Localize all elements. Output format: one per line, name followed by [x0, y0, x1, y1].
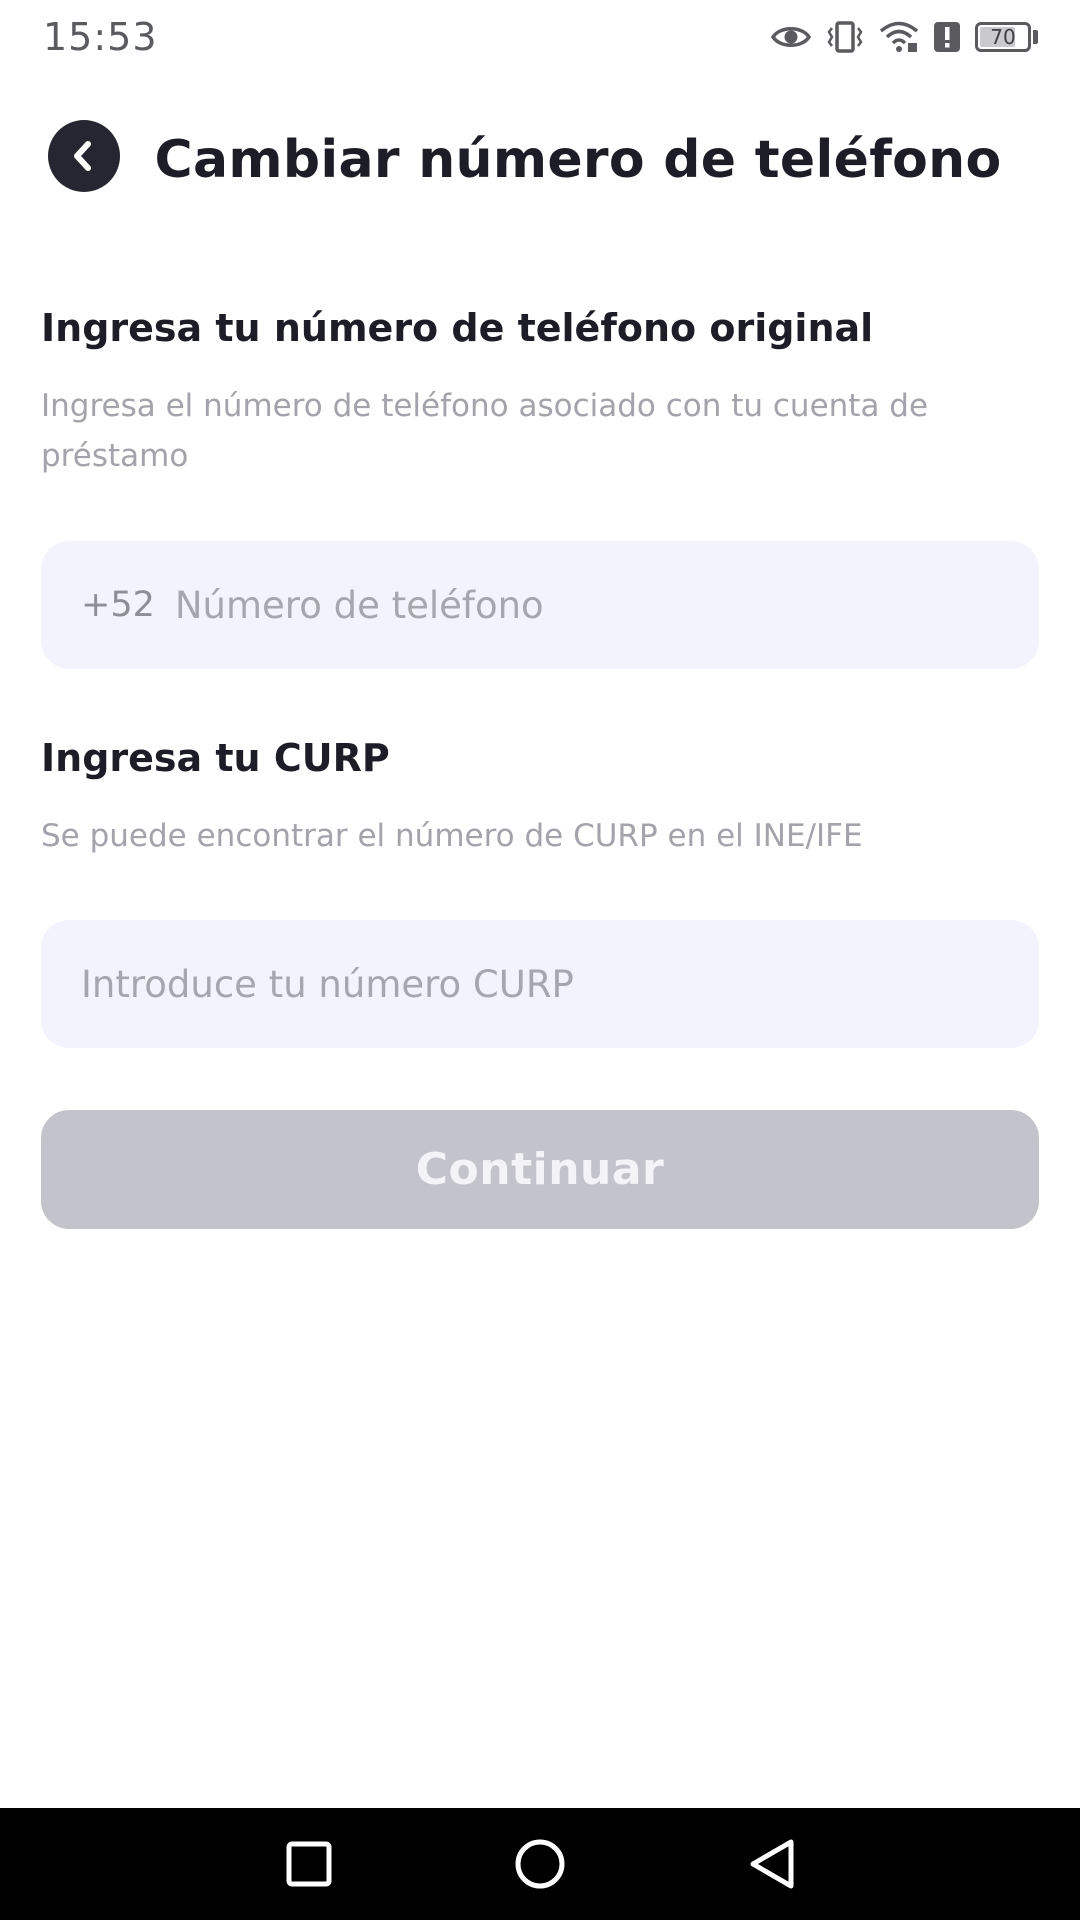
curp-input-box[interactable] — [41, 920, 1039, 1048]
phone-input-box[interactable]: +52 — [41, 541, 1039, 669]
curp-input[interactable] — [81, 954, 1039, 1014]
vibrate-icon — [825, 20, 865, 54]
status-icons: 70 — [757, 16, 1038, 58]
navigation-bar — [0, 1808, 1080, 1920]
recents-square-icon — [285, 1840, 333, 1888]
continue-button[interactable]: Continuar — [41, 1110, 1039, 1229]
status-bar: 15:53 70 — [0, 0, 1080, 76]
phone-section-heading: Ingresa tu número de teléfono original — [41, 306, 874, 350]
battery-icon: 70 — [975, 22, 1038, 52]
recents-button[interactable] — [279, 1834, 339, 1894]
home-circle-icon — [514, 1838, 566, 1890]
back-triangle-icon — [747, 1838, 797, 1890]
system-back-button[interactable] — [742, 1834, 802, 1894]
phone-section-description: Ingresa el número de teléfono asociado c… — [41, 388, 929, 474]
phone-number-input[interactable] — [174, 575, 1039, 635]
curp-section-heading: Ingresa tu CURP — [41, 736, 390, 780]
eye-icon — [771, 23, 811, 51]
status-time: 15:53 — [43, 15, 158, 59]
page-title: Cambiar número de teléfono — [154, 130, 1002, 190]
home-button[interactable] — [510, 1834, 570, 1894]
battery-level: 70 — [990, 25, 1016, 49]
curp-section-description: Se puede encontrar el número de CURP en … — [41, 818, 863, 854]
wifi-icon — [879, 20, 919, 54]
country-code[interactable]: +52 — [81, 585, 155, 625]
alert-icon — [933, 21, 961, 53]
